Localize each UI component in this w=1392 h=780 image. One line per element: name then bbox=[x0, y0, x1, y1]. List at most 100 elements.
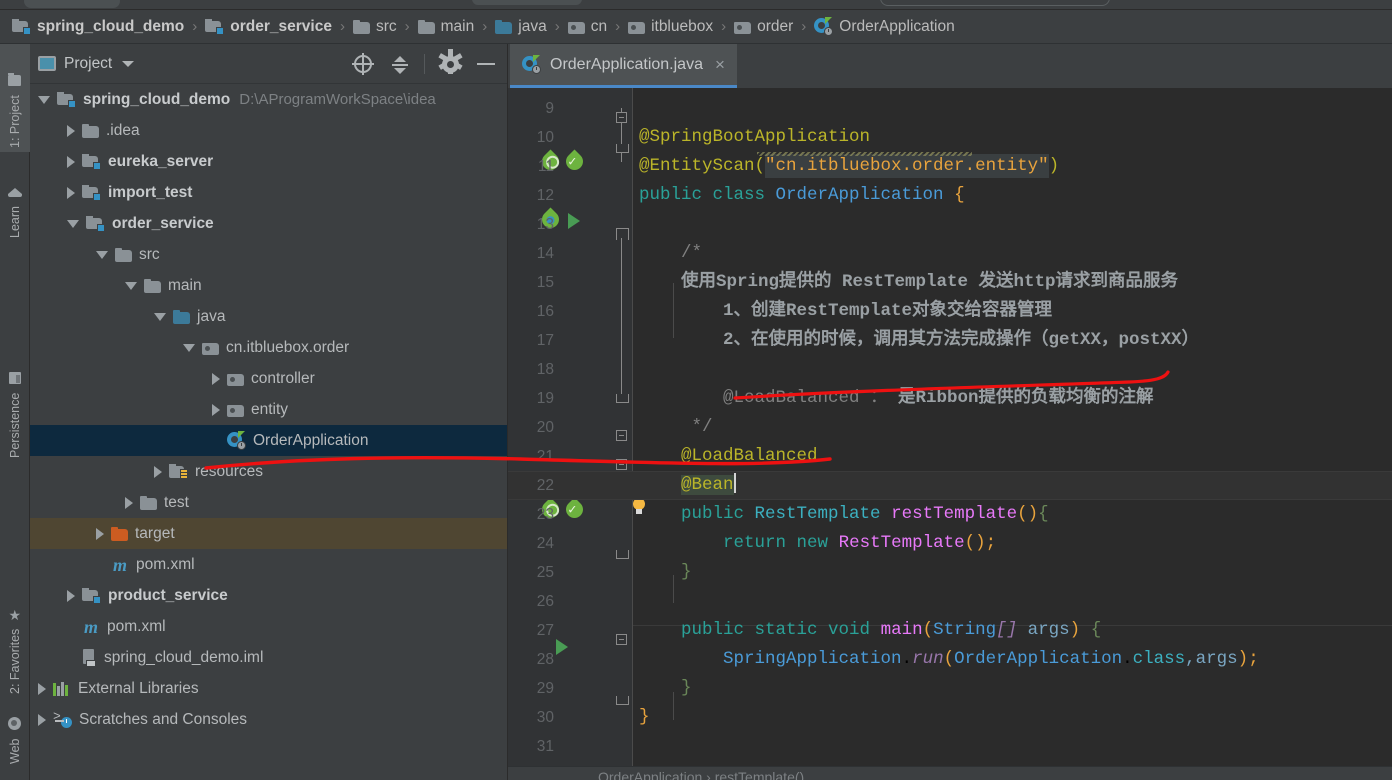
tree-row[interactable]: cn.itbluebox.order bbox=[30, 332, 507, 363]
tree-row[interactable]: import_test bbox=[30, 177, 507, 208]
tree-row[interactable]: OrderApplication bbox=[30, 425, 507, 456]
tree-row[interactable]: java bbox=[30, 301, 507, 332]
tree-row[interactable]: .idea bbox=[30, 115, 507, 146]
chevron-down-icon[interactable] bbox=[67, 220, 79, 228]
sidebar-item-persistence[interactable]: Persistence bbox=[0, 334, 30, 462]
source-folder-icon bbox=[495, 20, 512, 34]
tree-row[interactable]: spring_cloud_demoD:\AProgramWorkSpace\id… bbox=[30, 84, 507, 115]
chevron-right-icon[interactable] bbox=[67, 125, 75, 137]
code-line-text: 使用Spring提供的 RestTemplate 发送http请求到商品服务 bbox=[639, 268, 1178, 297]
spring-class-icon bbox=[522, 55, 541, 74]
code-line[interactable]: 18 bbox=[508, 355, 1392, 384]
chevron-right-icon[interactable] bbox=[154, 466, 162, 478]
code-line[interactable]: 22 @Bean bbox=[508, 471, 1392, 500]
code-line[interactable]: 9 bbox=[508, 94, 1392, 123]
code-line[interactable]: 16 1、创建RestTemplate对象交给容器管理 bbox=[508, 297, 1392, 326]
project-tree[interactable]: spring_cloud_demoD:\AProgramWorkSpace\id… bbox=[30, 84, 507, 780]
tree-row[interactable]: target bbox=[30, 518, 507, 549]
chevron-right-icon[interactable] bbox=[96, 528, 104, 540]
chevron-right-icon[interactable] bbox=[38, 683, 46, 695]
tree-row[interactable]: spring_cloud_demo.iml bbox=[30, 642, 507, 673]
breadcrumb-item-order-service[interactable]: order_service bbox=[205, 10, 332, 44]
chevron-down-icon[interactable] bbox=[125, 282, 137, 290]
chevron-down-icon[interactable] bbox=[122, 61, 134, 67]
tree-row-label: resources bbox=[195, 463, 263, 481]
sidebar-item-learn[interactable]: Learn bbox=[0, 156, 30, 242]
tree-row[interactable]: External Libraries bbox=[30, 673, 507, 704]
breadcrumb-item-orderapplication[interactable]: OrderApplication bbox=[814, 10, 954, 44]
code-line[interactable]: 12public class OrderApplication { bbox=[508, 181, 1392, 210]
tree-row[interactable]: order_service bbox=[30, 208, 507, 239]
tree-row[interactable]: entity bbox=[30, 394, 507, 425]
tree-row[interactable]: Scratches and Consoles bbox=[30, 704, 507, 735]
editor-tabbar: OrderApplication.java × bbox=[508, 44, 1392, 88]
chevron-right-icon[interactable] bbox=[38, 714, 46, 726]
code-line[interactable]: 11@EntityScan("cn.itbluebox.order.entity… bbox=[508, 152, 1392, 181]
code-line[interactable]: 13 bbox=[508, 210, 1392, 239]
tree-row[interactable]: src bbox=[30, 239, 507, 270]
close-icon[interactable]: × bbox=[715, 56, 725, 73]
breadcrumb-item-main[interactable]: main bbox=[418, 10, 475, 44]
tree-row[interactable]: resources bbox=[30, 456, 507, 487]
code-line[interactable]: 28 SpringApplication.run(OrderApplicatio… bbox=[508, 645, 1392, 674]
line-number: 9 bbox=[508, 94, 554, 123]
breadcrumb-item-order[interactable]: order bbox=[734, 10, 793, 44]
code-line[interactable]: 19 @LoadBalanced ： 是Ribbon提供的负载均衡的注解 bbox=[508, 384, 1392, 413]
chevron-right-icon[interactable] bbox=[67, 187, 75, 199]
breadcrumb-item-itbluebox[interactable]: itbluebox bbox=[628, 10, 713, 44]
tree-row[interactable]: mpom.xml bbox=[30, 549, 507, 580]
code-line[interactable]: 27 public static void main(String[] args… bbox=[508, 616, 1392, 645]
tree-row[interactable]: main bbox=[30, 270, 507, 301]
code-line[interactable]: 26 bbox=[508, 587, 1392, 616]
module-icon bbox=[82, 185, 101, 200]
breadcrumb-item-src[interactable]: src bbox=[353, 10, 397, 44]
gear-icon[interactable] bbox=[435, 49, 465, 79]
code-line[interactable]: 10@SpringBootApplication bbox=[508, 123, 1392, 152]
line-number: 10 bbox=[508, 123, 554, 152]
editor-bottom-breadcrumb[interactable]: OrderApplication › restTemplate() bbox=[508, 766, 1392, 780]
breadcrumb-label: cn bbox=[591, 18, 607, 36]
chevron-right-icon[interactable] bbox=[125, 497, 133, 509]
code-line[interactable]: 24 return new RestTemplate(); bbox=[508, 529, 1392, 558]
collapse-all-icon[interactable] bbox=[384, 49, 414, 79]
code-line[interactable]: 25 } bbox=[508, 558, 1392, 587]
code-line[interactable]: 17 2、在使用的时候，调用其方法完成操作（getXX，postXX） bbox=[508, 326, 1392, 355]
code-line-text: @Bean bbox=[639, 471, 736, 500]
code-line[interactable]: 21 @LoadBalanced bbox=[508, 442, 1392, 471]
code-lines[interactable]: 910@SpringBootApplication11@EntityScan("… bbox=[508, 88, 1392, 780]
tree-row[interactable]: eureka_server bbox=[30, 146, 507, 177]
sidebar-item-web[interactable]: Web bbox=[0, 694, 30, 768]
code-line[interactable]: 14 /* bbox=[508, 239, 1392, 268]
tab-orderapplication-java[interactable]: OrderApplication.java × bbox=[510, 44, 737, 88]
chevron-right-icon[interactable] bbox=[212, 404, 220, 416]
minimize-icon[interactable] bbox=[471, 49, 501, 79]
chevron-down-icon[interactable] bbox=[38, 96, 50, 104]
chevron-down-icon[interactable] bbox=[183, 344, 195, 352]
tree-row[interactable]: controller bbox=[30, 363, 507, 394]
tree-row[interactable]: mpom.xml bbox=[30, 611, 507, 642]
breadcrumb-item-spring-cloud-demo[interactable]: spring_cloud_demo bbox=[12, 10, 184, 44]
code-line[interactable]: 29 } bbox=[508, 674, 1392, 703]
code-line-text: public static void main(String[] args) { bbox=[639, 616, 1101, 645]
code-line[interactable]: 30} bbox=[508, 703, 1392, 732]
chevron-down-icon[interactable] bbox=[154, 313, 166, 321]
sidebar-item-project[interactable]: 1: Project bbox=[0, 44, 30, 152]
code-line[interactable]: 31 bbox=[508, 732, 1392, 761]
code-line[interactable]: 15 使用Spring提供的 RestTemplate 发送http请求到商品服… bbox=[508, 268, 1392, 297]
tree-row[interactable]: product_service bbox=[30, 580, 507, 611]
breadcrumb-label: order_service bbox=[230, 18, 332, 36]
tree-row[interactable]: test bbox=[30, 487, 507, 518]
sidebar-item-favorites[interactable]: 2: Favorites ★ bbox=[0, 574, 30, 698]
chevron-right-icon[interactable] bbox=[67, 590, 75, 602]
code-line[interactable]: 23 public RestTemplate restTemplate(){ bbox=[508, 500, 1392, 529]
code-editor[interactable]: 910@SpringBootApplication11@EntityScan("… bbox=[508, 88, 1392, 780]
breadcrumb-item-java[interactable]: java bbox=[495, 10, 546, 44]
tree-row-label: entity bbox=[251, 401, 288, 419]
code-line[interactable]: 20 */ bbox=[508, 413, 1392, 442]
locate-icon[interactable] bbox=[348, 49, 378, 79]
chevron-right-icon[interactable] bbox=[212, 373, 220, 385]
chevron-right-icon[interactable] bbox=[67, 156, 75, 168]
breadcrumb-item-cn[interactable]: cn bbox=[568, 10, 607, 44]
ide-window: spring_cloud_demo › order_service › src … bbox=[0, 0, 1392, 780]
chevron-down-icon[interactable] bbox=[96, 251, 108, 259]
